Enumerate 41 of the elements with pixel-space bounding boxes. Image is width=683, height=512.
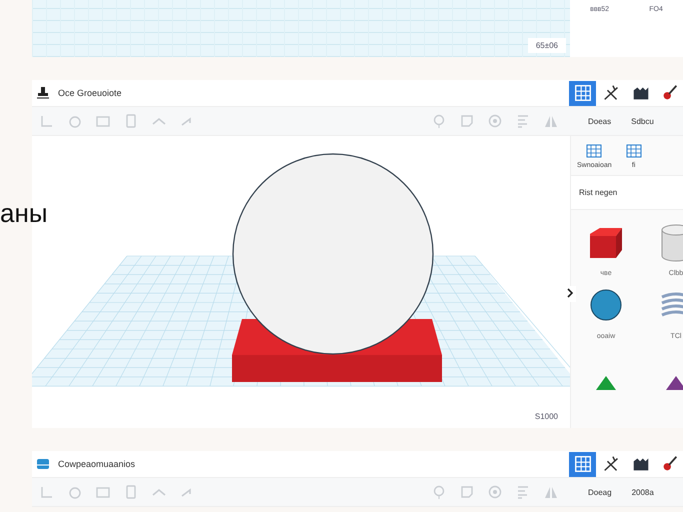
- pyramid-icon: [596, 376, 616, 390]
- grid-view-icon: [572, 454, 592, 474]
- align-icon[interactable]: [516, 114, 530, 128]
- target-icon[interactable]: [488, 485, 502, 499]
- panel-tab[interactable]: 2008a: [632, 488, 654, 496]
- target-icon[interactable]: [488, 114, 502, 128]
- page-icon[interactable]: [124, 485, 138, 499]
- cone-icon: [666, 376, 683, 390]
- mirror-icon[interactable]: [544, 114, 558, 128]
- grid-view-icon: [572, 83, 592, 103]
- panel-tab[interactable]: Doeas: [588, 116, 612, 126]
- mirror-icon[interactable]: [544, 485, 558, 499]
- panel-tab[interactable]: Doeag: [588, 488, 612, 496]
- lightbulb-icon[interactable]: [432, 114, 446, 128]
- panel-tab[interactable]: Sdbcu: [631, 116, 654, 126]
- box-icon: [36, 457, 50, 471]
- stamp-icon: [36, 86, 50, 100]
- circle-icon[interactable]: [68, 485, 82, 499]
- heading-fragment: аны: [0, 198, 48, 229]
- grid-icon: [586, 144, 602, 158]
- chevron-right-icon: [566, 286, 574, 298]
- corner-icon[interactable]: [40, 485, 54, 499]
- grid-icon: [626, 144, 642, 158]
- note-icon[interactable]: [460, 114, 474, 128]
- grid-size-label: 65±06: [528, 38, 566, 53]
- frame-icon[interactable]: [96, 485, 110, 499]
- shape-category-dropdown[interactable]: Rist negen: [571, 176, 683, 210]
- project-title: Cowpeaomuaanios: [58, 459, 136, 469]
- sphere-icon: [590, 290, 622, 320]
- note-icon[interactable]: [460, 485, 474, 499]
- frame-icon[interactable]: [96, 114, 110, 128]
- spring-icon: [660, 292, 683, 316]
- circle-icon[interactable]: [68, 114, 82, 128]
- expand-button[interactable]: [564, 286, 576, 302]
- project-title: Oce Groeuoiote: [58, 88, 123, 98]
- cube-icon: [590, 228, 622, 258]
- lightbulb-icon[interactable]: [432, 485, 446, 499]
- sphere[interactable]: [232, 153, 434, 355]
- page-icon[interactable]: [124, 114, 138, 128]
- corner-icon[interactable]: [40, 114, 54, 128]
- align-icon[interactable]: [516, 485, 530, 499]
